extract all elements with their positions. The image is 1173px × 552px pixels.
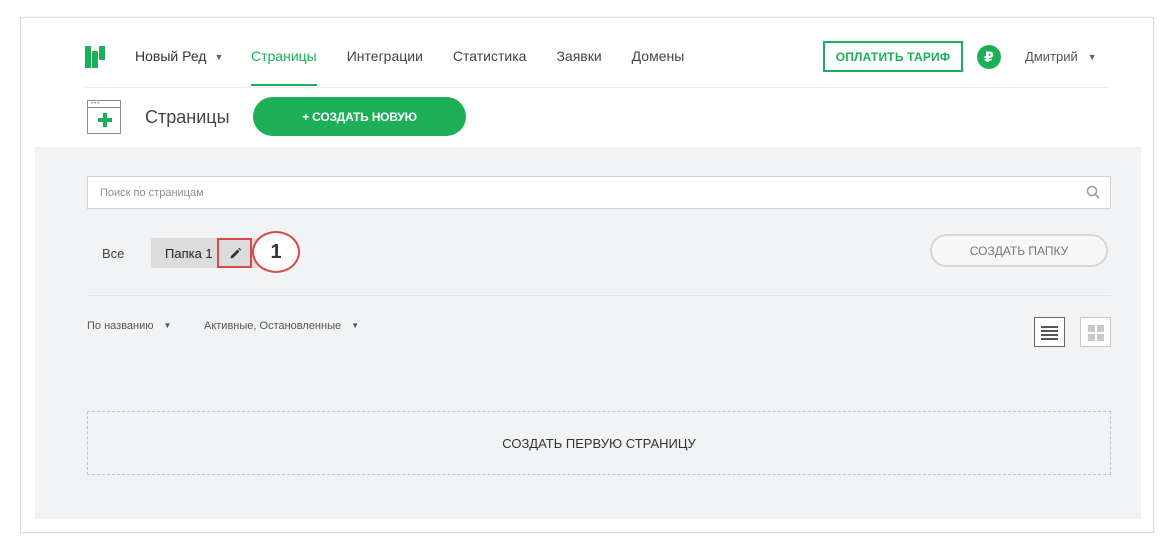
nav-item-pages[interactable]: Страницы: [251, 48, 317, 86]
folder-tab-all[interactable]: Все: [102, 246, 124, 261]
sort-dropdown[interactable]: По названию ▼: [87, 320, 171, 332]
status-filter-dropdown[interactable]: Активные, Остановленные ▼: [204, 320, 359, 332]
main-menu: Страницы Интеграции Статистика Заявки До…: [251, 48, 714, 86]
user-name: Дмитрий: [1025, 49, 1078, 64]
nav-item-integrations[interactable]: Интеграции: [347, 48, 423, 64]
page-title: Страницы: [145, 107, 230, 127]
ruble-icon[interactable]: ₽: [977, 45, 1001, 69]
search-icon[interactable]: [1086, 185, 1100, 199]
list-view-icon[interactable]: [1034, 317, 1065, 347]
section-divider: [87, 295, 1111, 296]
add-page-icon: •••: [87, 100, 121, 134]
project-selector[interactable]: Новый Ред ▼: [135, 48, 223, 64]
annotation-marker: 1: [252, 231, 300, 273]
logo-icon[interactable]: [85, 46, 109, 68]
chevron-down-icon: ▼: [214, 52, 224, 62]
nav-item-domains[interactable]: Домены: [632, 48, 685, 64]
chevron-down-icon: ▼: [1087, 52, 1097, 62]
chevron-down-icon: ▼: [163, 321, 172, 330]
user-menu[interactable]: Дмитрий ▼: [1025, 49, 1097, 64]
folder-tab-label: Папка 1: [165, 246, 213, 261]
search-box: [87, 176, 1111, 209]
create-folder-button[interactable]: СОЗДАТЬ ПАПКУ: [930, 234, 1108, 267]
status-filter-label: Активные, Остановленные: [204, 320, 342, 332]
search-input[interactable]: [88, 177, 1068, 208]
app-window: Новый Ред ▼ Страницы Интеграции Статистик…: [20, 17, 1154, 533]
pay-tariff-button[interactable]: ОПЛАТИТЬ ТАРИФ: [823, 41, 963, 72]
chevron-down-icon: ▼: [351, 321, 360, 330]
create-first-page-button[interactable]: СОЗДАТЬ ПЕРВУЮ СТРАНИЦУ: [87, 411, 1111, 475]
nav-item-statistics[interactable]: Статистика: [453, 48, 527, 64]
nav-item-requests[interactable]: Заявки: [556, 48, 601, 64]
project-name: Новый Ред: [135, 48, 207, 64]
nav-divider: [85, 87, 1109, 88]
grid-view-icon[interactable]: [1080, 317, 1111, 347]
create-new-page-button[interactable]: + СОЗДАТЬ НОВУЮ: [253, 97, 466, 136]
top-navigation: Новый Ред ▼ Страницы Интеграции Статистик…: [21, 18, 1153, 88]
sort-label: По названию: [87, 320, 154, 332]
edit-folder-button[interactable]: [217, 238, 252, 268]
pencil-icon: [230, 247, 242, 259]
pages-panel: Все Папка 1 1 СОЗДАТЬ ПАПКУ По названию ▼…: [35, 147, 1141, 519]
